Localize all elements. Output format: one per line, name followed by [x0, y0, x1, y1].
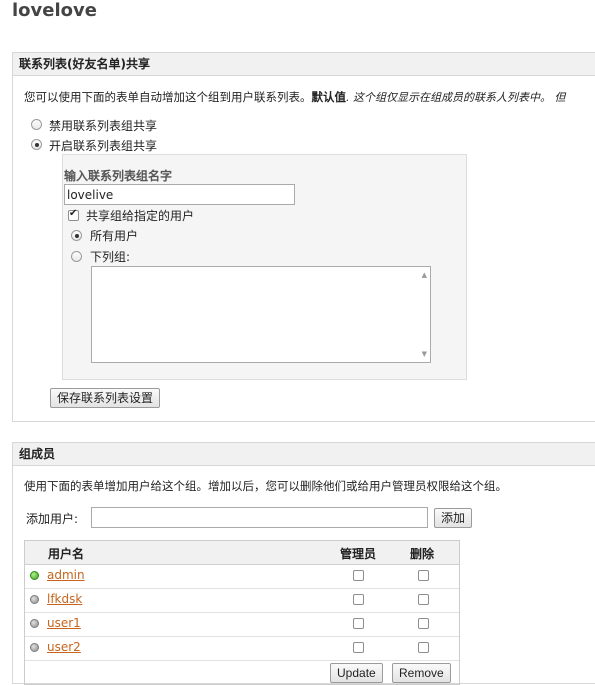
add-user-label: 添加用户:	[26, 512, 79, 526]
column-admin: 管理员	[340, 547, 377, 561]
username-link[interactable]: user1	[47, 616, 81, 630]
table-row: user1	[25, 613, 459, 637]
add-user-button[interactable]: 添加	[434, 508, 473, 528]
following-groups-label: 下列组:	[90, 250, 131, 264]
username-link[interactable]: user2	[47, 640, 81, 654]
share-users-checkbox[interactable]	[68, 208, 79, 221]
column-username: 用户名	[48, 547, 85, 561]
groups-listbox[interactable]: ▲ ▼	[91, 266, 431, 363]
members-table-header: 用户名 管理员 删除	[25, 541, 459, 565]
following-groups-radio[interactable]	[71, 251, 82, 262]
roster-share-desc-text: 您可以使用下面的表单自动增加这个组到用户联系列表。	[24, 90, 312, 104]
admin-checkbox[interactable]	[353, 570, 364, 581]
username-link[interactable]: admin	[47, 568, 85, 582]
offline-status-icon	[30, 619, 39, 628]
table-row: admin	[25, 565, 459, 589]
table-row: lfkdsk	[25, 589, 459, 613]
group-members-panel: 组成员 使用下面的表单增加用户给这个组。增加以后，您可以删除他们或给用户管理员权…	[12, 442, 595, 685]
add-user-input[interactable]	[91, 507, 428, 528]
disable-share-radio[interactable]	[31, 119, 42, 130]
column-delete: 删除	[410, 547, 435, 561]
admin-checkbox[interactable]	[353, 594, 364, 605]
scroll-up-arrow-icon[interactable]: ▲	[422, 271, 427, 279]
table-row: user2	[25, 637, 459, 661]
members-table: 用户名 管理员 删除 admin lfkdsk user1 user2 Upda…	[24, 540, 460, 685]
roster-share-desc-italic: . 这个组仅显示在组成员的联系人列表中。 但	[346, 91, 566, 104]
roster-share-desc-default: 默认值	[311, 90, 347, 104]
update-button[interactable]: Update	[330, 663, 383, 683]
group-name-input[interactable]	[64, 184, 295, 205]
scroll-down-arrow-icon[interactable]: ▼	[422, 350, 427, 358]
all-users-label: 所有用户	[90, 229, 139, 243]
enable-share-radio[interactable]	[31, 139, 42, 150]
share-users-label: 共享组给指定的用户	[86, 209, 195, 223]
group-members-heading: 组成员	[13, 443, 595, 466]
delete-checkbox[interactable]	[418, 570, 429, 581]
offline-status-icon	[30, 643, 39, 652]
enable-share-label: 开启联系列表组共享	[49, 139, 158, 153]
group-name-label: 输入联系列表组名字	[64, 169, 173, 183]
online-status-icon	[30, 571, 39, 580]
delete-checkbox[interactable]	[418, 594, 429, 605]
disable-share-label: 禁用联系列表组共享	[49, 119, 158, 133]
table-actions-row: Update Remove	[25, 661, 459, 684]
save-roster-settings-button[interactable]: 保存联系列表设置	[50, 388, 161, 408]
remove-button[interactable]: Remove	[392, 663, 451, 683]
delete-checkbox[interactable]	[418, 642, 429, 653]
admin-checkbox[interactable]	[353, 618, 364, 629]
page-title: lovelove	[12, 0, 97, 21]
all-users-radio[interactable]	[71, 230, 82, 241]
delete-checkbox[interactable]	[418, 618, 429, 629]
roster-share-heading: 联系列表(好友名单)共享	[13, 53, 595, 76]
offline-status-icon	[30, 595, 39, 604]
roster-share-description: 您可以使用下面的表单自动增加这个组到用户联系列表。默认值. 这个组仅显示在组成员…	[24, 89, 566, 105]
share-options-box: 输入联系列表组名字 共享组给指定的用户 所有用户 下列组: ▲ ▼	[62, 154, 467, 380]
username-link[interactable]: lfkdsk	[47, 592, 82, 606]
admin-checkbox[interactable]	[353, 642, 364, 653]
roster-share-panel: 联系列表(好友名单)共享 您可以使用下面的表单自动增加这个组到用户联系列表。默认…	[12, 52, 595, 422]
group-members-description: 使用下面的表单增加用户给这个组。增加以后，您可以删除他们或给用户管理员权限给这个…	[24, 479, 507, 493]
